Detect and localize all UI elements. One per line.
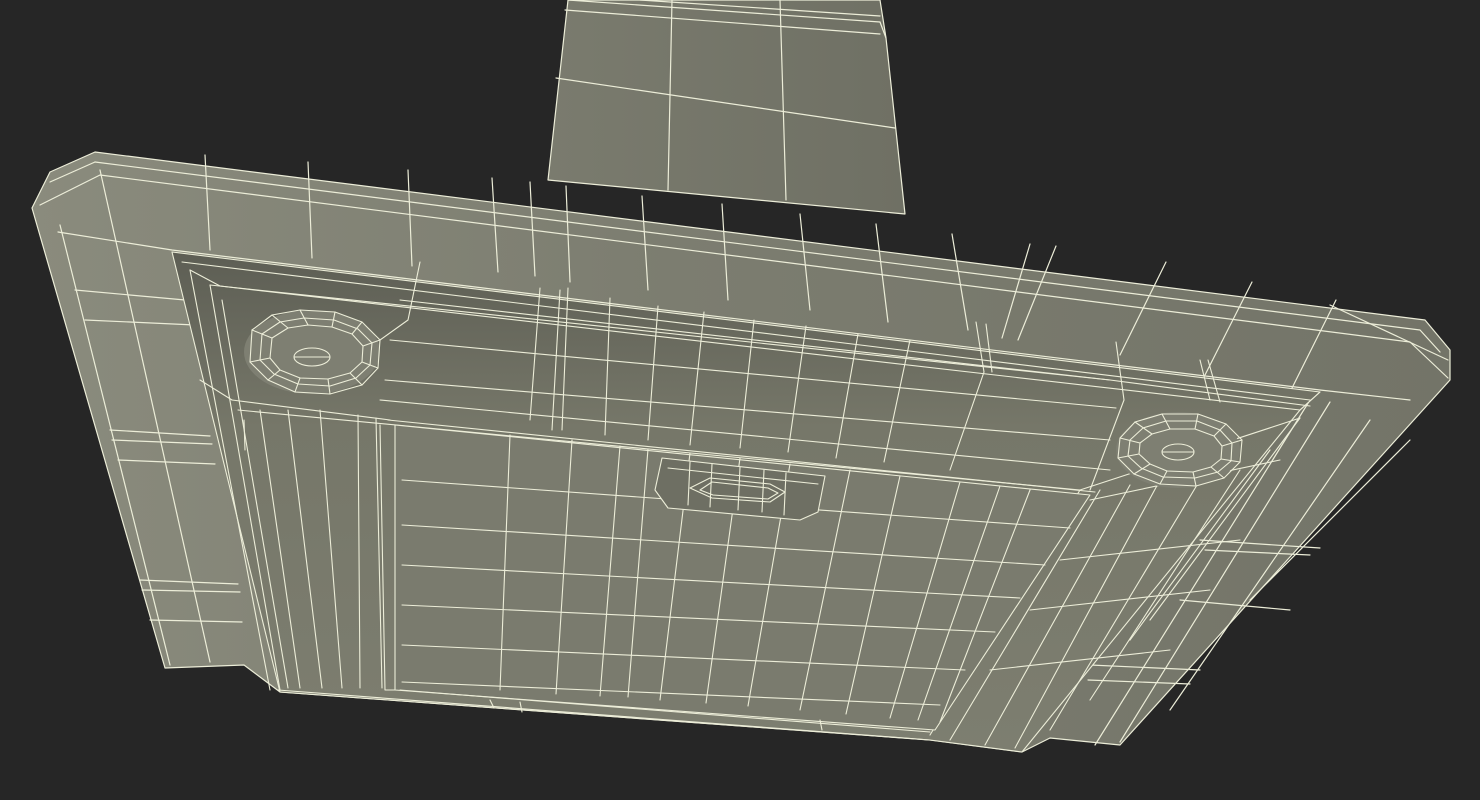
light-left [244, 309, 381, 395]
chimney [547, 0, 906, 215]
wireframe-render [31, 0, 1451, 753]
light-right [1116, 412, 1243, 488]
